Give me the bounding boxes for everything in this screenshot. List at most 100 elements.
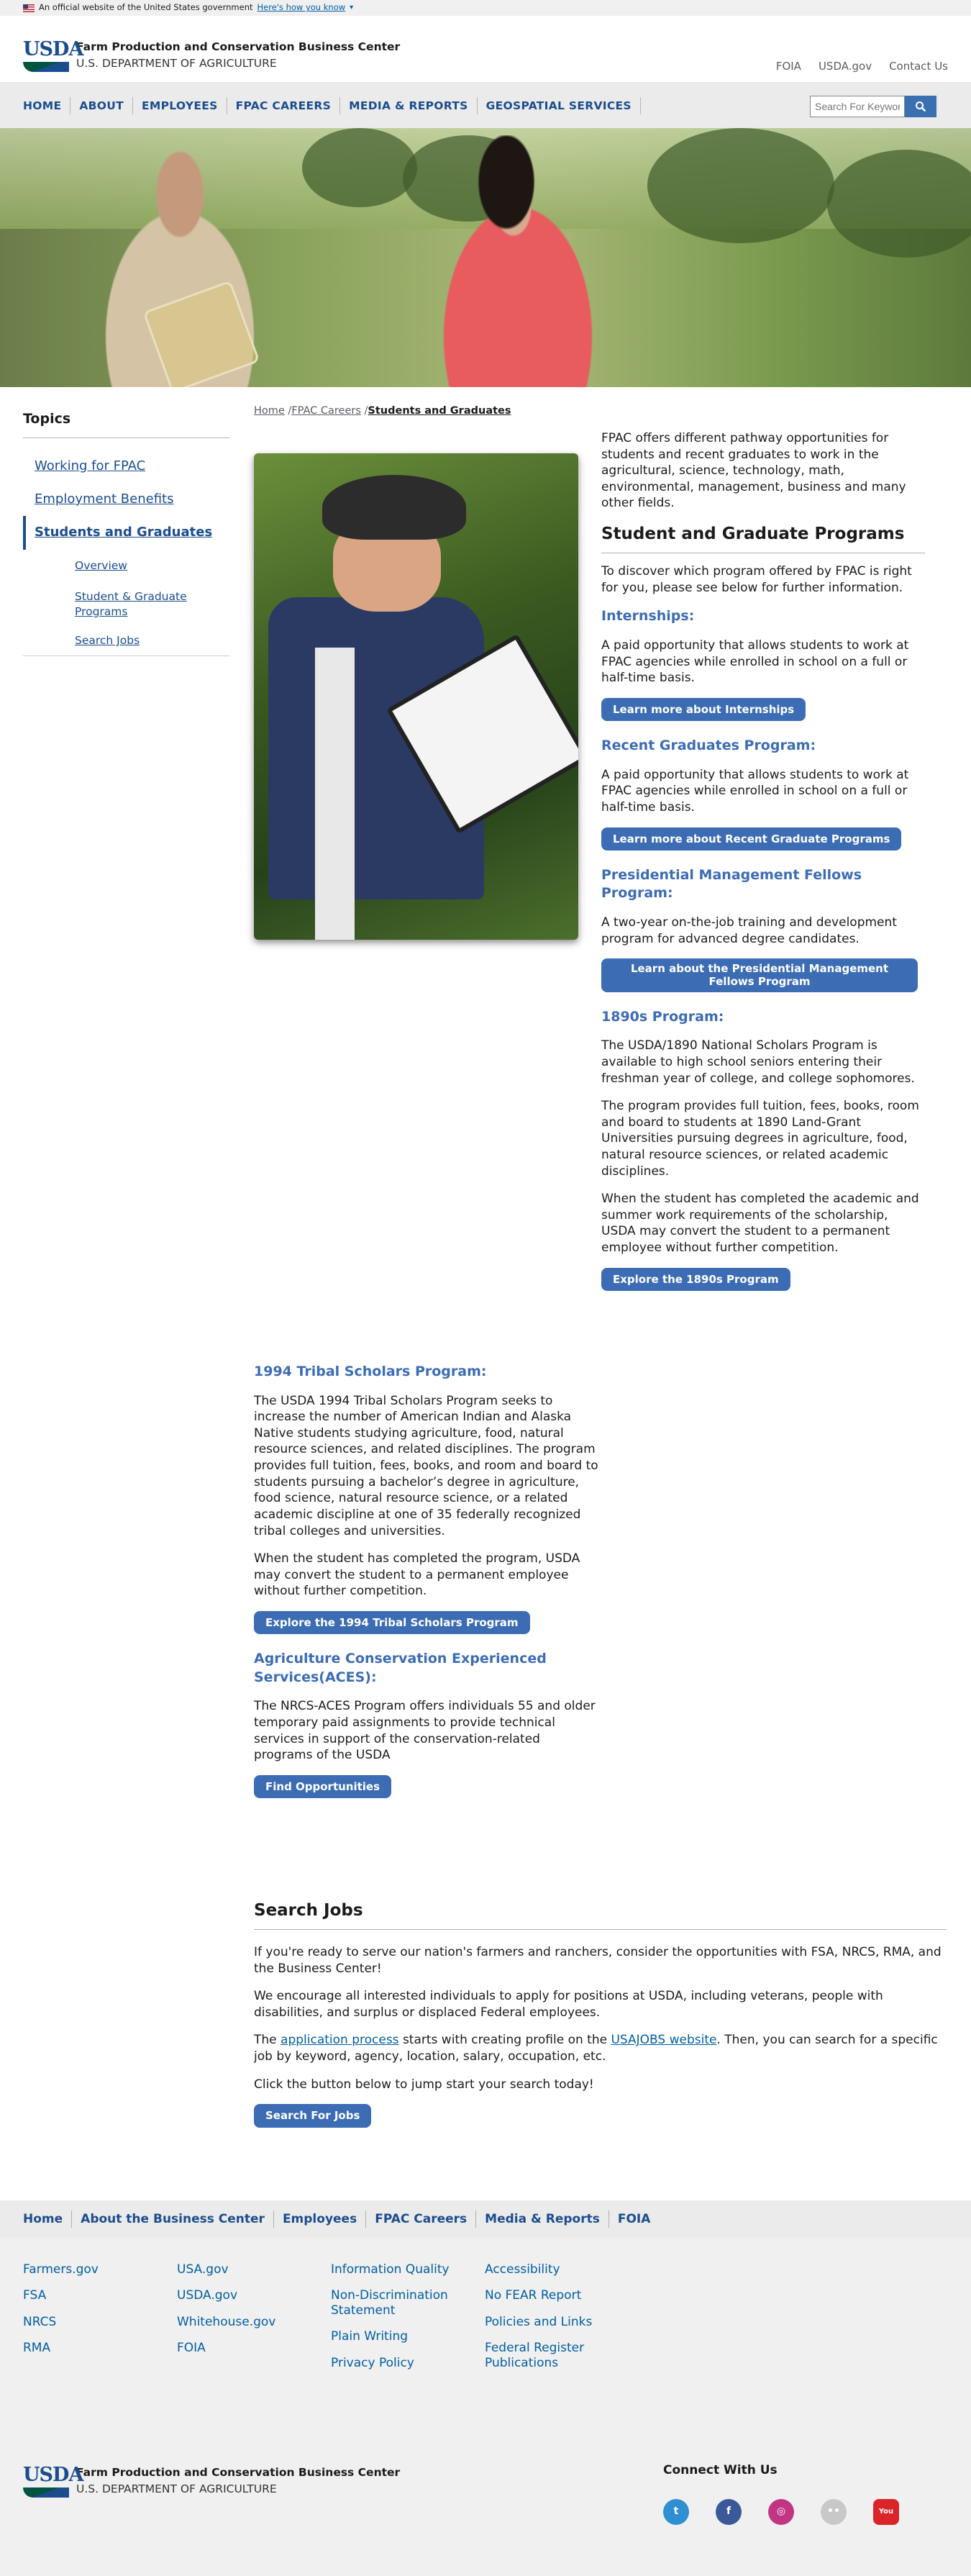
youtube-icon[interactable]: You [873, 2498, 899, 2525]
department-name: U.S. DEPARTMENT OF AGRICULTURE [76, 57, 277, 70]
footer-col-1: Farmers.gov FSA NRCS RMA [23, 2262, 167, 2367]
footer-logo[interactable]: USDA Farm Production and Conservation Bu… [23, 2464, 400, 2498]
sidebar: Topics Working for FPAC Employment Benef… [23, 410, 229, 657]
aces-title: Agriculture Conservation Experienced Ser… [254, 1651, 547, 1685]
nav-home[interactable]: HOME [14, 96, 71, 114]
util-link-usda[interactable]: USDA.gov [819, 59, 872, 73]
nav-about[interactable]: ABOUT [70, 96, 134, 114]
sidebar-sub-programs[interactable]: Student & Graduate Programs [23, 578, 229, 625]
tribal-text-2: When the student has completed the progr… [254, 1551, 580, 1599]
twitter-icon[interactable]: t [663, 2498, 689, 2525]
pmf-title: Presidential Management Fellows Program: [601, 866, 862, 902]
search-for-jobs-button[interactable]: Search For Jobs [254, 2104, 372, 2128]
footer-nav-about[interactable]: About the Business Center [72, 2210, 274, 2228]
us-flag-icon [23, 4, 35, 12]
recent-grads-title: Recent Graduates Program: [601, 738, 816, 754]
footer-col-3: Information Quality Non-Discrimination S… [331, 2262, 468, 2382]
usda-logo-icon: USDA [23, 39, 83, 72]
intro-text: FPAC offers different pathway opportunit… [601, 431, 906, 511]
internships-button[interactable]: Learn more about Internships [601, 697, 806, 722]
footer-link[interactable]: Plain Writing [331, 2329, 468, 2344]
footer-agency-name: Farm Production and Conservation Busines… [76, 2466, 401, 2480]
footer-link[interactable]: Accessibility [485, 2262, 607, 2277]
search-button[interactable] [905, 96, 936, 117]
breadcrumb-careers[interactable]: FPAC Careers [291, 405, 361, 417]
p1890-text-2: The program provides full tuition, fees,… [601, 1099, 919, 1179]
programs-heading: Student and Graduate Programs [601, 523, 925, 554]
search-jobs-heading: Search Jobs [254, 1900, 947, 1931]
footer-col-4: Accessibility No FEAR Report Policies an… [485, 2262, 607, 2382]
breadcrumb-home[interactable]: Home [254, 405, 285, 417]
footer-link[interactable]: USDA.gov [177, 2288, 321, 2303]
recent-grads-button[interactable]: Learn more about Recent Graduate Program… [601, 827, 902, 851]
search-jobs-section: Search Jobs If you're ready to serve our… [254, 1900, 947, 2141]
tribal-text-1: The USDA 1994 Tribal Scholars Program se… [254, 1393, 598, 1538]
chevron-down-icon[interactable]: ▾ [350, 3, 353, 13]
footer-nav-employees[interactable]: Employees [274, 2210, 367, 2228]
util-link-foia[interactable]: FOIA [776, 59, 801, 73]
sidebar-sub-search-jobs[interactable]: Search Jobs [23, 625, 229, 657]
site-header: USDA Farm Production and Conservation Bu… [0, 16, 971, 83]
footer-nav-home[interactable]: Home [14, 2210, 73, 2228]
facebook-icon[interactable]: f [716, 2498, 742, 2525]
usda-logo-icon: USDA [23, 2464, 83, 2498]
footer-link[interactable]: FOIA [177, 2341, 321, 2355]
footer-link[interactable]: Farmers.gov [23, 2262, 167, 2277]
sidebar-sub-overview[interactable]: Overview [23, 550, 229, 579]
footer-col-2: USA.gov USDA.gov Whitehouse.gov FOIA [177, 2262, 321, 2367]
nav-employees[interactable]: EMPLOYEES [133, 96, 227, 114]
nav-fpac-careers[interactable]: FPAC CAREERS [227, 96, 341, 114]
flickr-icon[interactable]: •• [821, 2498, 847, 2525]
aces-button[interactable]: Find Opportunities [254, 1774, 392, 1799]
footer-nav: Home About the Business Center Employees… [0, 2200, 971, 2238]
footer-nav-media[interactable]: Media & Reports [476, 2210, 609, 2228]
footer-link[interactable]: Privacy Policy [331, 2356, 468, 2370]
gov-banner-text: An official website of the United States… [39, 2, 253, 13]
footer-link[interactable]: NRCS [23, 2315, 167, 2329]
footer-link[interactable]: Policies and Links [485, 2315, 607, 2329]
footer-nav-careers[interactable]: FPAC Careers [366, 2210, 477, 2228]
gov-banner-link[interactable]: Here's how you know [257, 2, 346, 14]
sidebar-item-employment-benefits[interactable]: Employment Benefits [23, 483, 229, 516]
connect-heading: Connect With Us [663, 2463, 778, 2477]
search-input[interactable] [810, 96, 905, 117]
footer-link[interactable]: Federal Register Publications [485, 2341, 607, 2370]
footer-link[interactable]: USA.gov [177, 2262, 321, 2277]
footer-link[interactable]: Whitehouse.gov [177, 2315, 321, 2329]
main-content: Topics Working for FPAC Employment Benef… [0, 387, 971, 2200]
instagram-icon[interactable]: ◎ [768, 2498, 794, 2525]
social-links: t f ◎ •• You [663, 2498, 899, 2525]
utility-links: FOIA USDA.gov Contact Us [776, 59, 948, 73]
site-logo[interactable]: USDA Farm Production and Conservation Bu… [23, 39, 400, 72]
search-jobs-text-1: If you're ready to serve our nation's fa… [254, 1945, 942, 1976]
p1890-button[interactable]: Explore the 1890s Program [601, 1267, 790, 1291]
sidebar-title: Topics [23, 410, 229, 438]
sidebar-item-students-graduates[interactable]: Students and Graduates [23, 516, 229, 550]
footer-link[interactable]: FSA [23, 2288, 167, 2303]
footer-nav-foia[interactable]: FOIA [609, 2210, 660, 2228]
internships-text: A paid opportunity that allows students … [601, 638, 909, 686]
footer-link[interactable]: Information Quality [331, 2262, 468, 2277]
footer-link[interactable]: Non-Discrimination Statement [331, 2288, 468, 2318]
nav-media-reports[interactable]: MEDIA & REPORTS [340, 96, 478, 114]
nav-geospatial[interactable]: GEOSPATIAL SERVICES [478, 96, 641, 114]
hero-image [0, 128, 971, 387]
p1890-text-3: When the student has completed the acade… [601, 1192, 919, 1256]
programs-intro: To discover which program offered by FPA… [601, 564, 912, 595]
breadcrumb: Home /FPAC Careers /Students and Graduat… [254, 405, 511, 417]
recent-grads-text: A paid opportunity that allows students … [601, 767, 909, 815]
footer-link[interactable]: RMA [23, 2341, 167, 2355]
connect-with-us: Connect With Us t f ◎ •• You [663, 2462, 899, 2525]
search-jobs-text-2: We encourage all interested individuals … [254, 1989, 883, 2020]
lower-programs: 1994 Tribal Scholars Program: The USDA 1… [254, 1360, 599, 1811]
gov-banner: An official website of the United States… [0, 0, 971, 16]
main-nav: HOME ABOUT EMPLOYEES FPAC CAREERS MEDIA … [0, 83, 971, 128]
tribal-button[interactable]: Explore the 1994 Tribal Scholars Program [254, 1610, 530, 1635]
sidebar-item-working-for-fpac[interactable]: Working for FPAC [23, 450, 229, 483]
util-link-contact[interactable]: Contact Us [889, 59, 948, 73]
footer-link[interactable]: No FEAR Report [485, 2288, 607, 2303]
search-jobs-text-4: Click the button below to jump start you… [254, 2077, 594, 2092]
usajobs-link[interactable]: USAJOBS website [611, 2033, 716, 2047]
pmf-button[interactable]: Learn about the Presidential Management … [601, 958, 918, 992]
application-process-link[interactable]: application process [281, 2033, 399, 2047]
